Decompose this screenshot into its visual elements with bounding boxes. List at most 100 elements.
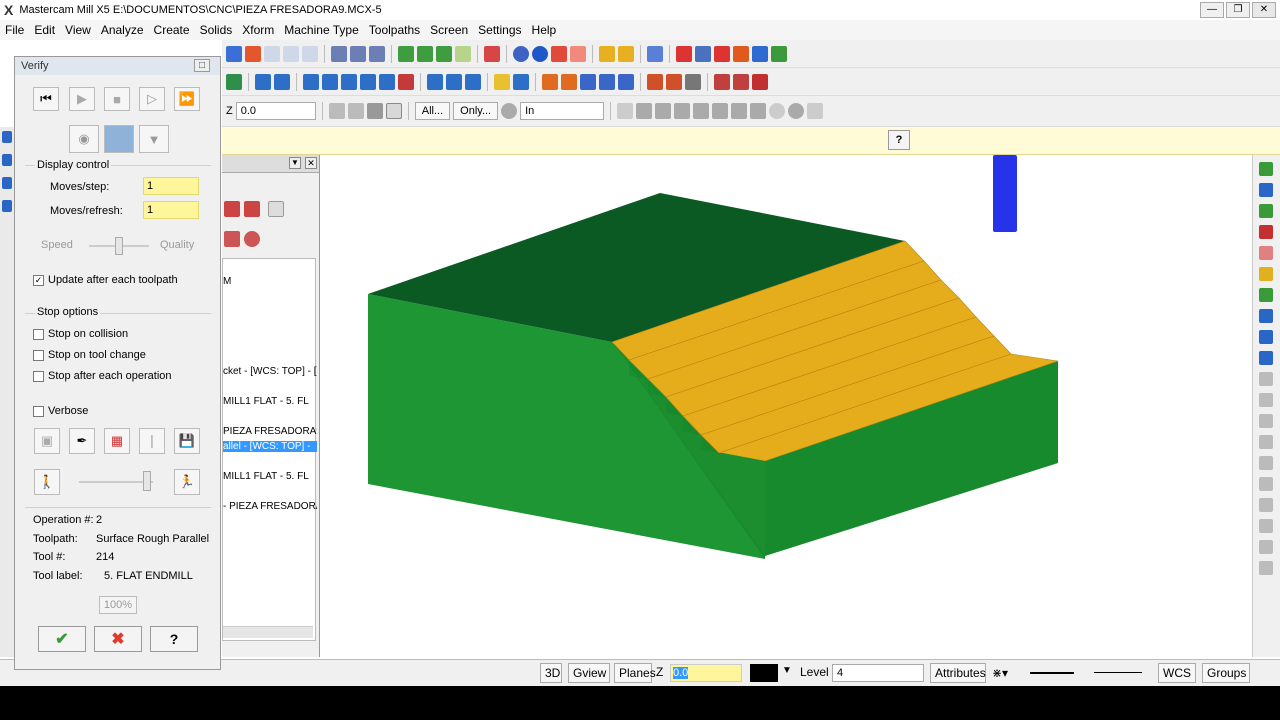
repaint-icon[interactable] bbox=[369, 45, 385, 62]
fillet-icon[interactable] bbox=[341, 73, 357, 90]
select-all-button[interactable]: All... bbox=[414, 102, 451, 120]
tree-scrollbar[interactable] bbox=[223, 626, 313, 638]
display-holder-button[interactable]: ▼ bbox=[139, 125, 169, 153]
right-tool-icon[interactable] bbox=[1259, 288, 1273, 302]
chamfer-icon[interactable] bbox=[360, 73, 376, 90]
right-tool-icon[interactable] bbox=[1259, 309, 1273, 323]
dialog-help-button[interactable]: ? bbox=[150, 626, 198, 652]
solid-select-icon[interactable] bbox=[712, 103, 729, 119]
side-tool-icon[interactable] bbox=[2, 154, 12, 166]
right-tool-icon[interactable] bbox=[1259, 519, 1273, 533]
right-tool-icon[interactable] bbox=[1259, 393, 1273, 407]
tree-item-selected[interactable]: allel - [WCS: TOP] - bbox=[223, 441, 317, 452]
pan-icon[interactable] bbox=[331, 45, 347, 62]
wcs-button[interactable]: WCS bbox=[1158, 663, 1196, 683]
zoom-out-icon[interactable] bbox=[302, 45, 318, 62]
minimize-button[interactable]: — bbox=[1200, 2, 1224, 18]
stop-tool-change-checkbox[interactable]: Stop on tool change bbox=[33, 349, 146, 361]
tree-item[interactable]: M bbox=[223, 276, 317, 287]
dimension-icon[interactable] bbox=[494, 73, 510, 90]
display-tool-button[interactable]: ◉ bbox=[69, 125, 99, 153]
groups-button[interactable]: Groups bbox=[1202, 663, 1250, 683]
right-tool-icon[interactable] bbox=[1259, 267, 1273, 281]
panel-dropdown-icon[interactable]: ▼ bbox=[289, 157, 301, 169]
right-tool-icon[interactable] bbox=[1259, 540, 1273, 554]
post-icon[interactable] bbox=[752, 73, 768, 90]
section-button[interactable]: ❘ bbox=[139, 428, 165, 454]
arc-icon[interactable] bbox=[303, 73, 319, 90]
help-arrow-icon[interactable] bbox=[676, 45, 692, 62]
auto-cursor-icon[interactable] bbox=[328, 103, 345, 119]
panel-close-icon[interactable]: ✕ bbox=[305, 157, 317, 169]
window-select-icon[interactable] bbox=[636, 103, 653, 119]
display-solid-button[interactable] bbox=[104, 125, 134, 153]
shaded-sphere-icon[interactable] bbox=[532, 45, 548, 62]
moves-step-input[interactable]: 1 bbox=[143, 177, 199, 195]
line-icon[interactable] bbox=[274, 73, 290, 90]
side-tool-icon[interactable] bbox=[2, 131, 12, 143]
body-select-icon[interactable] bbox=[788, 103, 805, 119]
help-small-icon[interactable] bbox=[385, 103, 402, 119]
stock-button[interactable]: ▣ bbox=[34, 428, 60, 454]
help-query-icon[interactable] bbox=[807, 103, 824, 119]
cutting-chart-button[interactable]: ▦ bbox=[104, 428, 130, 454]
select-only-button[interactable]: Only... bbox=[453, 102, 499, 120]
close-button[interactable]: ✕ bbox=[1252, 2, 1276, 18]
line-width-select[interactable] bbox=[1094, 672, 1142, 673]
attributes-button[interactable]: Attributes bbox=[930, 663, 986, 683]
color-dropdown-icon[interactable]: ▼ bbox=[782, 665, 792, 676]
select-arrow-icon[interactable] bbox=[617, 103, 634, 119]
menu-edit[interactable]: Edit bbox=[29, 23, 60, 37]
drill-icon[interactable] bbox=[580, 73, 596, 90]
right-tool-icon[interactable] bbox=[1259, 372, 1273, 386]
chain-select-icon[interactable] bbox=[693, 103, 710, 119]
surface-icon[interactable] bbox=[398, 73, 414, 90]
delete-icon[interactable] bbox=[714, 45, 730, 62]
right-tool-icon[interactable] bbox=[1259, 204, 1273, 218]
polygon-select-icon[interactable] bbox=[655, 103, 672, 119]
menu-solids[interactable]: Solids bbox=[195, 23, 238, 37]
update-after-checkbox[interactable]: ✓ Update after each toolpath bbox=[33, 274, 178, 286]
selection-mode-select[interactable]: In bbox=[520, 102, 605, 120]
walk-icon[interactable]: 🚶 bbox=[34, 469, 60, 495]
rotate-icon[interactable] bbox=[226, 45, 242, 62]
pencil-icon[interactable] bbox=[599, 45, 615, 62]
contour-icon[interactable] bbox=[542, 73, 558, 90]
tree-item[interactable]: PIEZA FRESADORA9 bbox=[223, 426, 317, 437]
fast-point-icon[interactable] bbox=[347, 103, 364, 119]
side-tool-icon[interactable] bbox=[2, 177, 12, 189]
planes-button[interactable]: Planes bbox=[614, 663, 656, 683]
side-tool-icon[interactable] bbox=[2, 200, 12, 212]
menu-view[interactable]: View bbox=[60, 23, 96, 37]
right-tool-icon[interactable] bbox=[1259, 477, 1273, 491]
right-tool-icon[interactable] bbox=[1259, 414, 1273, 428]
join-icon[interactable] bbox=[465, 73, 481, 90]
translucent-icon[interactable] bbox=[551, 45, 567, 62]
group-icon[interactable] bbox=[771, 45, 787, 62]
right-tool-icon[interactable] bbox=[1259, 561, 1273, 575]
hidden-line-icon[interactable] bbox=[570, 45, 586, 62]
lock-icon[interactable] bbox=[244, 231, 260, 247]
ops-help-icon[interactable] bbox=[268, 201, 284, 217]
right-tool-icon[interactable] bbox=[1259, 456, 1273, 470]
operation-icon[interactable] bbox=[618, 73, 634, 90]
solid-icon[interactable] bbox=[226, 73, 242, 90]
tree-item[interactable]: MILL1 FLAT - 5. FL bbox=[223, 396, 317, 407]
menu-help[interactable]: Help bbox=[527, 23, 562, 37]
menu-settings[interactable]: Settings bbox=[473, 23, 526, 37]
line-style-select[interactable] bbox=[1030, 672, 1074, 674]
pocket-icon[interactable] bbox=[561, 73, 577, 90]
right-tool-icon[interactable] bbox=[1259, 225, 1273, 239]
analyze-icon[interactable] bbox=[618, 45, 634, 62]
zoom-window-icon[interactable] bbox=[264, 45, 280, 62]
stop-button[interactable]: ■ bbox=[104, 87, 130, 111]
right-tool-icon[interactable] bbox=[1259, 435, 1273, 449]
moves-refresh-input[interactable]: 1 bbox=[143, 201, 199, 219]
point-style-select[interactable]: ⋇▾ bbox=[992, 664, 1022, 682]
shading-icon[interactable] bbox=[484, 45, 500, 62]
wireframe-sphere-icon[interactable] bbox=[513, 45, 529, 62]
right-tool-icon[interactable] bbox=[1259, 162, 1273, 176]
save-stl-button[interactable]: 💾 bbox=[174, 428, 200, 454]
play-button[interactable]: ▶ bbox=[69, 87, 95, 111]
sum-icon[interactable] bbox=[752, 45, 768, 62]
